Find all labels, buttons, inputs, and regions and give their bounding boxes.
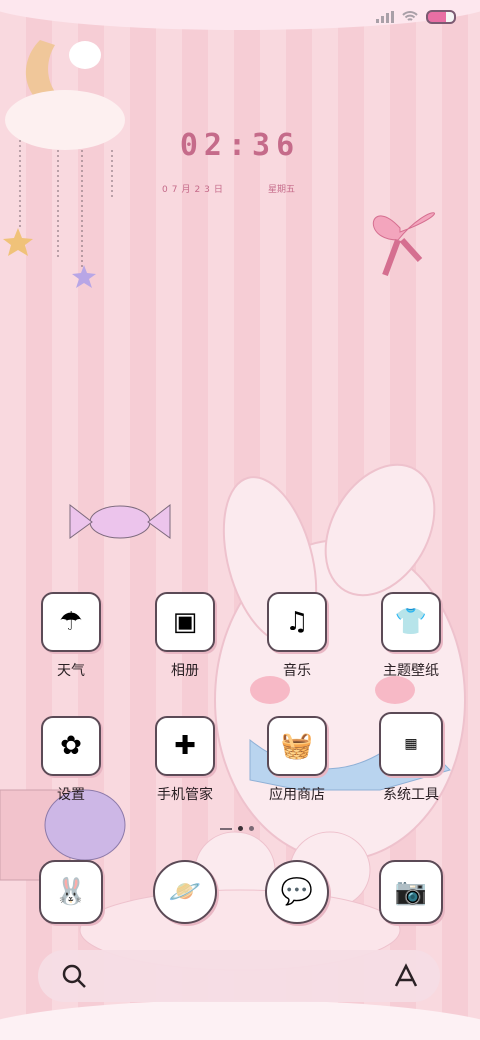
app-store[interactable]: 🧺 应用商店 <box>242 716 352 804</box>
search-icon <box>62 964 86 988</box>
search-bar[interactable] <box>38 950 440 1002</box>
app-label: 手机管家 <box>157 787 213 803</box>
theme-icon: 👕 <box>381 592 441 652</box>
wifi-icon <box>402 11 418 21</box>
app-label: 天气 <box>57 663 85 679</box>
clock-weekday: 星期五 <box>268 185 296 195</box>
camera-icon: 📷 <box>379 860 443 924</box>
dock-camera[interactable]: 📷 <box>356 860 466 924</box>
system-tools-icon: ▦ <box>379 712 443 776</box>
phone-manager-icon: ✚ <box>155 716 215 776</box>
app-album[interactable]: ▣ 相册 <box>130 592 240 680</box>
app-label: 相册 <box>171 663 199 679</box>
battery-icon <box>426 10 456 24</box>
settings-icon: ✿ <box>41 716 101 776</box>
app-label: 音乐 <box>283 663 311 679</box>
browser-icon: 🪐 <box>153 860 217 924</box>
app-label: 主题壁纸 <box>383 663 439 679</box>
assistant-icon[interactable] <box>392 962 420 990</box>
clock-date: 07月23日 <box>162 185 227 195</box>
app-system-tools[interactable]: ▦ 系统工具 <box>356 712 466 804</box>
messages-icon: 💬 <box>265 860 329 924</box>
app-phone-manager[interactable]: ✚ 手机管家 <box>130 716 240 804</box>
app-store-icon: 🧺 <box>267 716 327 776</box>
dock-messages[interactable]: 💬 <box>242 860 352 924</box>
clock-time: 02:36 <box>179 128 301 163</box>
status-bar <box>376 10 456 24</box>
dock-browser[interactable]: 🪐 <box>130 860 240 924</box>
page-indicator[interactable] <box>220 826 254 831</box>
signal-icon <box>376 11 394 23</box>
app-weather[interactable]: ☂ 天气 <box>16 592 126 680</box>
app-label: 系统工具 <box>383 787 439 803</box>
app-music[interactable]: ♫ 音乐 <box>242 592 352 680</box>
music-icon: ♫ <box>267 592 327 652</box>
weather-icon: ☂ <box>41 592 101 652</box>
app-theme[interactable]: 👕 主题壁纸 <box>356 592 466 680</box>
app-label: 应用商店 <box>269 787 325 803</box>
dock-phone[interactable]: 🐰 <box>16 860 126 924</box>
phone-icon: 🐰 <box>39 860 103 924</box>
album-icon: ▣ <box>155 592 215 652</box>
app-settings[interactable]: ✿ 设置 <box>16 716 126 804</box>
app-label: 设置 <box>57 787 85 803</box>
